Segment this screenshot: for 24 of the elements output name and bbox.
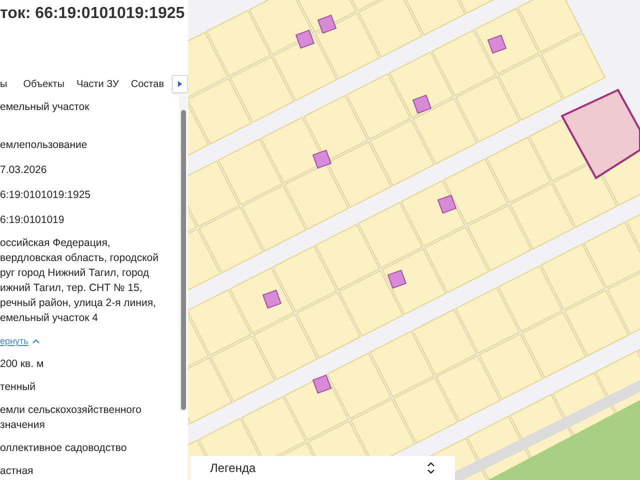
scroll-right-button[interactable]: [172, 75, 188, 93]
field-value: емли сельскохозяйственного значения: [0, 403, 142, 433]
chevron-up-icon: [32, 339, 40, 344]
field-value: емельный участок: [0, 100, 90, 115]
scrollbar-track[interactable]: [179, 96, 187, 411]
tab[interactable]: Состав: [124, 76, 170, 92]
legend-panel[interactable]: Легенда: [190, 456, 455, 480]
field-value: емлепользование: [0, 138, 88, 153]
field-value: 6:19:0101019:1925: [0, 188, 92, 203]
field-value: оссийская Федерация, вердловская область, городской руг город Нижний Тагил, город ижний Тагил, тер. СНТ № 15, речный район, улица 2-я линия, емельный участок 4: [0, 236, 160, 326]
panel-title: ток: 66:19:0101019:1925: [0, 4, 186, 24]
field-value: тенный: [0, 380, 37, 395]
tab[interactable]: ы: [0, 76, 18, 92]
scrollbar-thumb[interactable]: [180, 110, 186, 410]
field-value: астная: [0, 464, 34, 479]
sort-icon: [427, 462, 435, 474]
tab[interactable]: Объекты: [17, 76, 70, 92]
field-value: 200 кв. м: [0, 357, 45, 372]
field-value: 7.03.2026: [0, 163, 48, 178]
field-value: оллективное садоводство: [0, 441, 128, 456]
tab[interactable]: Части ЗУ: [70, 76, 125, 92]
chevron-right-icon: [177, 80, 183, 88]
field-value: 6:19:0101019: [0, 213, 66, 228]
collapse-link[interactable]: ернуть: [0, 334, 40, 349]
